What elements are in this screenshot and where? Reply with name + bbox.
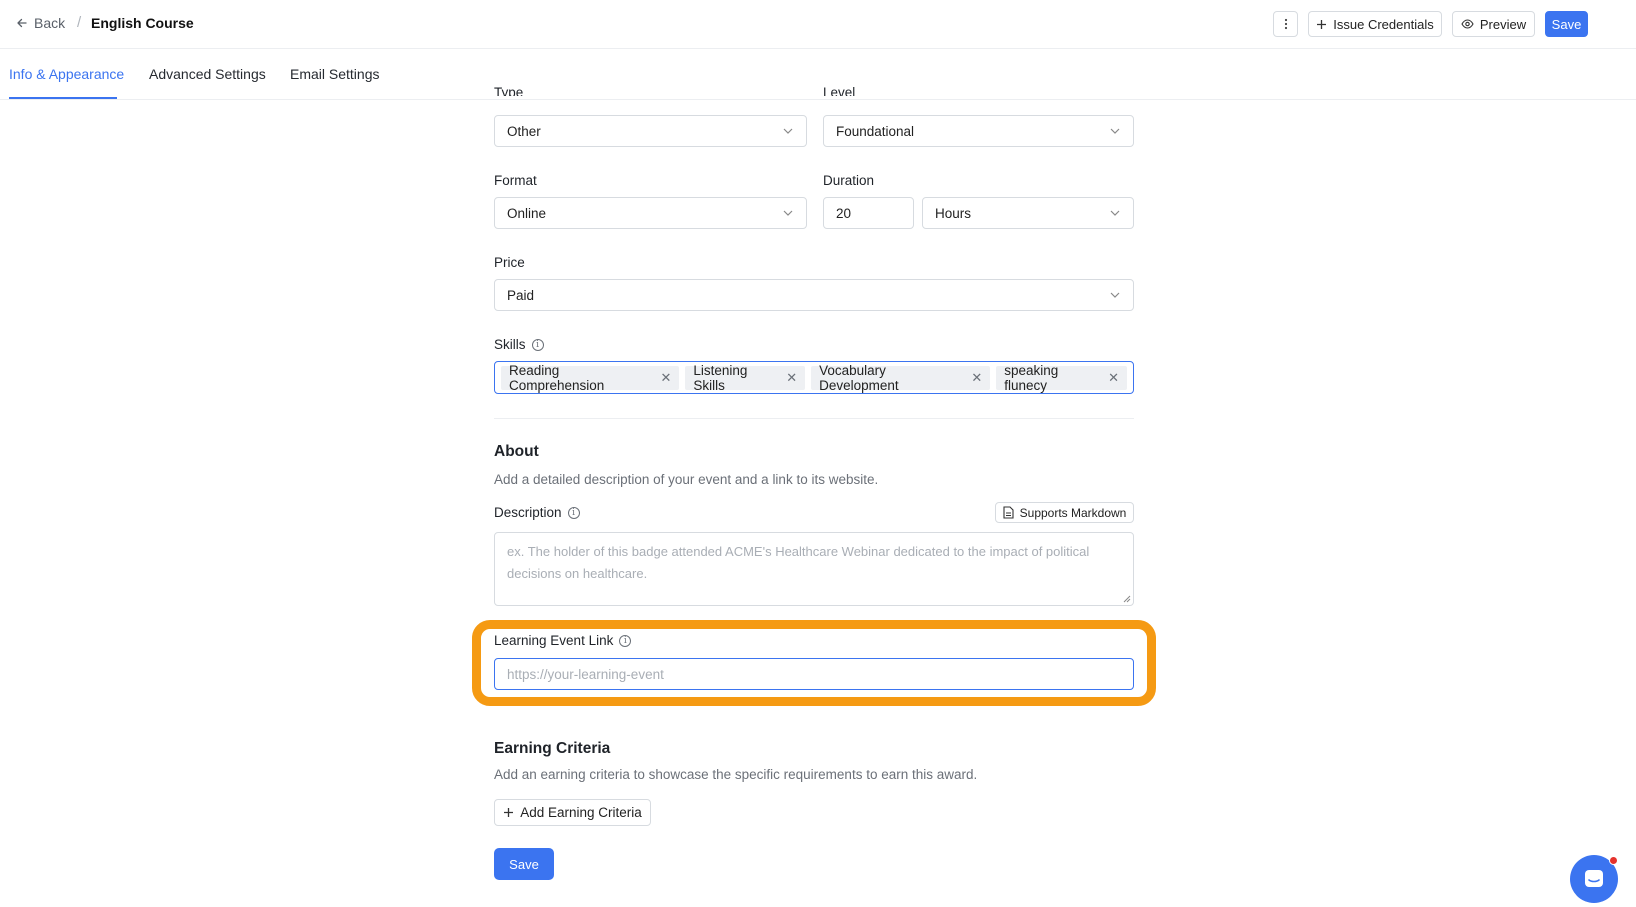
type-value: Other [507, 123, 541, 139]
preview-button[interactable]: Preview [1452, 11, 1535, 37]
save-label: Save [1551, 16, 1582, 32]
chat-icon [1585, 870, 1603, 887]
breadcrumb-separator: / [77, 14, 82, 31]
earning-criteria-heading: Earning Criteria [494, 740, 611, 757]
eye-icon [1461, 19, 1474, 29]
document-icon [1003, 506, 1014, 519]
about-subtitle: Add a detailed description of your event… [494, 472, 879, 487]
plus-icon [1317, 19, 1327, 29]
price-select[interactable]: Paid [494, 279, 1134, 311]
level-label: Level [823, 86, 856, 96]
tab-email-settings[interactable]: Email Settings [290, 66, 379, 82]
more-options-button[interactable] [1273, 11, 1298, 37]
save-button-top[interactable]: Save [1545, 11, 1588, 37]
close-icon[interactable]: ✕ [786, 370, 797, 386]
more-vertical-icon [1284, 18, 1287, 30]
duration-unit-value: Hours [935, 205, 972, 221]
learning-event-link-input[interactable]: https://your-learning-event [494, 658, 1134, 690]
chevron-down-icon [783, 128, 793, 134]
duration-label: Duration [823, 173, 875, 188]
add-earning-criteria-button[interactable]: Add Earning Criteria [494, 799, 651, 826]
arrow-left-icon [17, 18, 27, 28]
back-button[interactable]: Back [16, 15, 65, 31]
level-value: Foundational [836, 123, 915, 139]
description-label: Description [494, 505, 562, 520]
close-icon[interactable]: ✕ [660, 370, 671, 386]
top-bar: Back / English Course Issue Credentials … [0, 0, 1636, 49]
chevron-down-icon [1110, 128, 1120, 134]
back-label: Back [34, 15, 66, 31]
page-title: English Course [91, 15, 194, 31]
skill-chip: Reading Comprehension ✕ [501, 362, 680, 393]
chevron-down-icon [783, 210, 793, 216]
plus-icon [504, 808, 514, 817]
skill-chip-label: Listening Skills [693, 362, 748, 393]
section-divider [494, 418, 1134, 419]
description-label-row: Description i [494, 505, 580, 520]
format-label: Format [494, 173, 537, 188]
save-button-bottom[interactable]: Save [494, 848, 554, 880]
notification-badge [1609, 856, 1618, 865]
duration-unit-select[interactable]: Hours [922, 197, 1134, 229]
supports-markdown-button[interactable]: Supports Markdown [995, 502, 1134, 523]
active-tab-indicator [9, 97, 117, 99]
type-select[interactable]: Other [494, 115, 807, 147]
skills-label-row: Skills i [494, 337, 544, 352]
skills-label: Skills [494, 337, 526, 352]
about-heading: About [494, 443, 539, 460]
info-icon[interactable]: i [531, 338, 544, 351]
price-value: Paid [507, 287, 535, 303]
skill-chip: Vocabulary Development ✕ [811, 362, 991, 393]
earning-criteria-subtitle: Add an earning criteria to showcase the … [494, 767, 978, 782]
skill-chip: Listening Skills ✕ [685, 362, 806, 393]
duration-input[interactable]: 20 [823, 197, 914, 229]
close-icon[interactable]: ✕ [971, 370, 982, 386]
description-textarea[interactable]: ex. The holder of this badge attended AC… [494, 532, 1134, 606]
price-label: Price [494, 255, 525, 270]
supports-markdown-label: Supports Markdown [1019, 505, 1127, 520]
type-label: Type [494, 86, 524, 96]
save-label: Save [509, 856, 539, 872]
skill-chip: speaking flunecy ✕ [996, 362, 1127, 393]
duration-value: 20 [836, 205, 852, 221]
skills-input[interactable]: Reading Comprehension ✕ Listening Skills ✕… [494, 361, 1134, 394]
skill-chip-label: Vocabulary Development [819, 362, 899, 393]
info-icon[interactable]: i [567, 506, 580, 519]
format-value: Online [507, 205, 547, 221]
resize-handle-icon[interactable] [1123, 595, 1131, 603]
close-icon[interactable]: ✕ [1108, 370, 1119, 386]
preview-label: Preview [1479, 16, 1527, 32]
tab-bar: Info & Appearance Advanced Settings Emai… [0, 49, 1636, 100]
issue-credentials-button[interactable]: Issue Credentials [1308, 11, 1442, 37]
chevron-down-icon [1110, 292, 1120, 298]
skill-chip-label: Reading Comprehension [509, 362, 605, 393]
info-icon[interactable]: i [619, 634, 632, 647]
format-select[interactable]: Online [494, 197, 807, 229]
add-earning-criteria-label: Add Earning Criteria [520, 805, 642, 820]
skill-chip-label: speaking flunecy [1004, 362, 1059, 393]
level-select[interactable]: Foundational [823, 115, 1134, 147]
link-label-row: Learning Event Link i [494, 633, 632, 648]
tab-advanced-settings[interactable]: Advanced Settings [149, 66, 266, 82]
link-placeholder: https://your-learning-event [507, 666, 664, 682]
tab-info-appearance[interactable]: Info & Appearance [9, 66, 124, 82]
issue-credentials-label: Issue Credentials [1333, 16, 1434, 32]
link-label: Learning Event Link [494, 633, 614, 648]
description-placeholder: ex. The holder of this badge attended AC… [507, 544, 1090, 581]
chevron-down-icon [1110, 210, 1120, 216]
